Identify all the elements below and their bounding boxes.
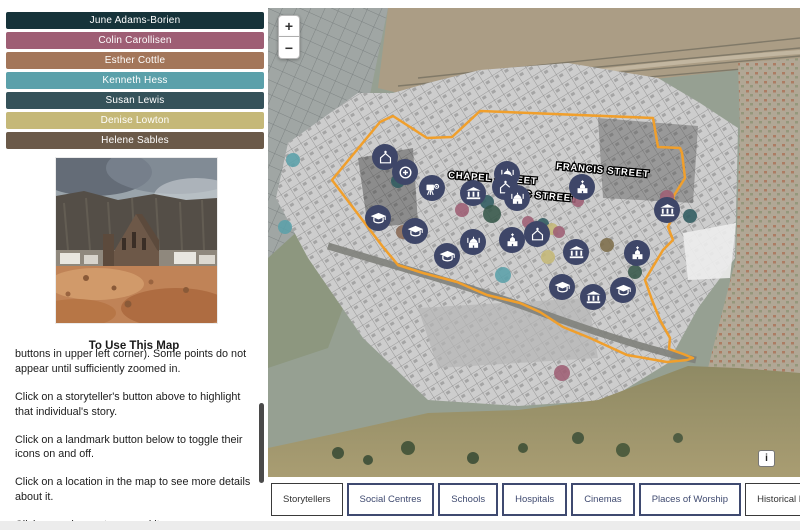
storyteller-button-list: June Adams-Borien Colin Carollisen Esther … <box>6 12 264 152</box>
map-icon-bank[interactable] <box>654 197 680 223</box>
map-icon-church[interactable] <box>499 227 525 253</box>
info-button[interactable]: i <box>758 450 775 467</box>
instruction-paragraph: Click on a storyteller's button above to… <box>15 390 241 418</box>
map-icon-mosque[interactable] <box>504 185 530 211</box>
instruction-paragraph: buttons in upper left corner). Some poin… <box>15 348 247 375</box>
storyteller-dot[interactable] <box>628 265 642 279</box>
storyteller-button[interactable]: Kenneth Hess <box>6 72 264 89</box>
storyteller-dot[interactable] <box>286 153 300 167</box>
map-icon-school[interactable] <box>365 205 391 231</box>
legend-button-historical-map[interactable]: Historical Map <box>745 483 800 516</box>
legend-button-schools[interactable]: Schools <box>438 483 499 516</box>
sidebar-scrollbar[interactable] <box>259 403 264 483</box>
map-icon-cinema[interactable] <box>419 175 445 201</box>
map-icon-bank[interactable] <box>460 180 486 206</box>
storyteller-dot[interactable] <box>554 365 570 381</box>
instruction-paragraph: Click on a location in the map to see mo… <box>15 476 251 504</box>
map-icon-mosque[interactable] <box>460 229 486 255</box>
storyteller-button[interactable]: Helene Sables <box>6 132 264 149</box>
zoom-out-button[interactable]: − <box>278 37 300 59</box>
storyteller-button[interactable]: Colin Carollisen <box>6 32 264 49</box>
map-icon-hospital[interactable] <box>392 159 418 185</box>
instructions: buttons in upper left corner). Some poin… <box>15 347 255 530</box>
map-icon-church[interactable] <box>624 240 650 266</box>
legend-button-hospitals[interactable]: Hospitals <box>502 483 568 516</box>
map-icon-school[interactable] <box>434 243 460 269</box>
legend-button-places-of-worship[interactable]: Places of Worship <box>638 483 742 516</box>
district-six-map-app: June Adams-Borien Colin Carollisen Esther … <box>0 0 800 530</box>
legend-button-cinemas[interactable]: Cinemas <box>571 483 635 516</box>
map-icon-bank[interactable] <box>563 239 589 265</box>
map-icon-school[interactable] <box>610 277 636 303</box>
map-icon-school[interactable] <box>402 218 428 244</box>
storyteller-dot[interactable] <box>541 250 555 264</box>
historic-church-photo[interactable] <box>36 142 246 328</box>
storyteller-dot[interactable] <box>495 267 511 283</box>
map-canvas[interactable]: CHAPEL STREET FRANCIS STREET C STREET + − … <box>268 8 800 477</box>
storyteller-dot[interactable] <box>600 238 614 252</box>
storyteller-button[interactable]: June Adams-Borien <box>6 12 264 29</box>
storyteller-dot[interactable] <box>278 220 292 234</box>
storyteller-dot[interactable] <box>553 226 565 238</box>
storyteller-dot[interactable] <box>455 203 469 217</box>
zoom-control: + − <box>278 15 300 59</box>
storyteller-button[interactable]: Esther Cottle <box>6 52 264 69</box>
bottom-strip <box>0 521 800 530</box>
storyteller-button[interactable]: Denise Lowton <box>6 112 264 129</box>
map-icon-worship[interactable] <box>524 221 550 247</box>
map-icon-bank[interactable] <box>580 284 606 310</box>
storyteller-button[interactable]: Susan Lewis <box>6 92 264 109</box>
legend-button-storytellers[interactable]: Storytellers <box>271 483 343 516</box>
legend-bar: Storytellers Social Centres Schools Hospita… <box>268 477 800 522</box>
zoom-in-button[interactable]: + <box>278 15 300 37</box>
legend-button-social-centres[interactable]: Social Centres <box>346 483 435 516</box>
storyteller-dot[interactable] <box>683 209 697 223</box>
instruction-paragraph: Click on a landmark button below to togg… <box>15 433 243 461</box>
church-photo-art <box>36 142 246 328</box>
sidebar: June Adams-Borien Colin Carollisen Esther … <box>0 0 268 530</box>
storyteller-dot[interactable] <box>483 205 501 223</box>
map-icon-school[interactable] <box>549 274 575 300</box>
map-icon-church[interactable] <box>569 174 595 200</box>
